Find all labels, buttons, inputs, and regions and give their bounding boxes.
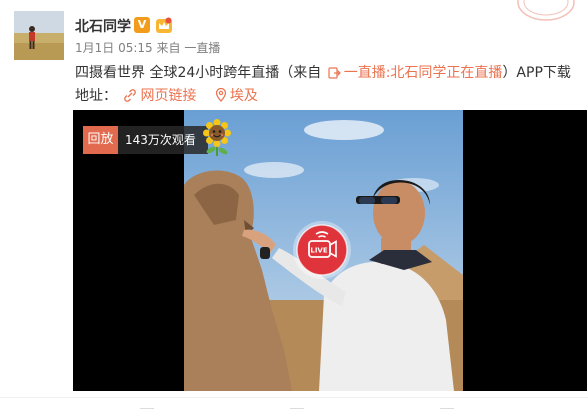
post-source[interactable]: 一直播	[184, 41, 220, 55]
video-player[interactable]: 回放 143万次观看 LIVE	[73, 110, 587, 391]
location-pin-icon	[215, 88, 227, 102]
link-icon	[124, 89, 137, 102]
location-link[interactable]: 埃及	[230, 88, 258, 104]
source-prefix: 来自	[156, 41, 181, 55]
verified-v-icon: V	[134, 17, 150, 33]
sunflower-icon	[203, 119, 231, 156]
action-bar-tick	[440, 408, 454, 409]
live-play-button[interactable]: LIVE	[292, 220, 352, 280]
link-icon	[328, 67, 341, 79]
post-text-line-2: 地址： 网页链接 埃及	[75, 85, 258, 105]
source-link[interactable]: 一直播:北石同学正在直播	[344, 65, 503, 81]
post-text-line-1: 四摄看世界 全球24小时跨年直播（来自 一直播:北石同学正在直播）APP下载	[75, 62, 571, 82]
replay-badge: 回放	[83, 126, 118, 154]
action-bar-tick	[140, 408, 154, 409]
view-count: 143万次观看	[118, 126, 208, 154]
watermark-stamp-icon	[517, 0, 575, 21]
author-name[interactable]: 北石同学	[75, 16, 131, 36]
post-text: 四摄看世界 全球24小时跨年直播（来自	[75, 65, 322, 81]
live-label: LIVE	[310, 247, 327, 255]
action-bar-divider	[0, 397, 588, 411]
address-label: 地址：	[75, 88, 117, 104]
post-meta: 1月1日 05:15 来自 一直播	[75, 39, 220, 56]
post-text-after: ）APP下载	[502, 65, 571, 81]
avatar[interactable]	[14, 11, 64, 60]
crown-badge-icon	[156, 17, 172, 33]
web-link[interactable]: 网页链接	[140, 88, 196, 104]
action-bar-tick	[290, 408, 304, 409]
post-time[interactable]: 1月1日 05:15	[75, 41, 153, 55]
avatar-image	[14, 11, 64, 60]
